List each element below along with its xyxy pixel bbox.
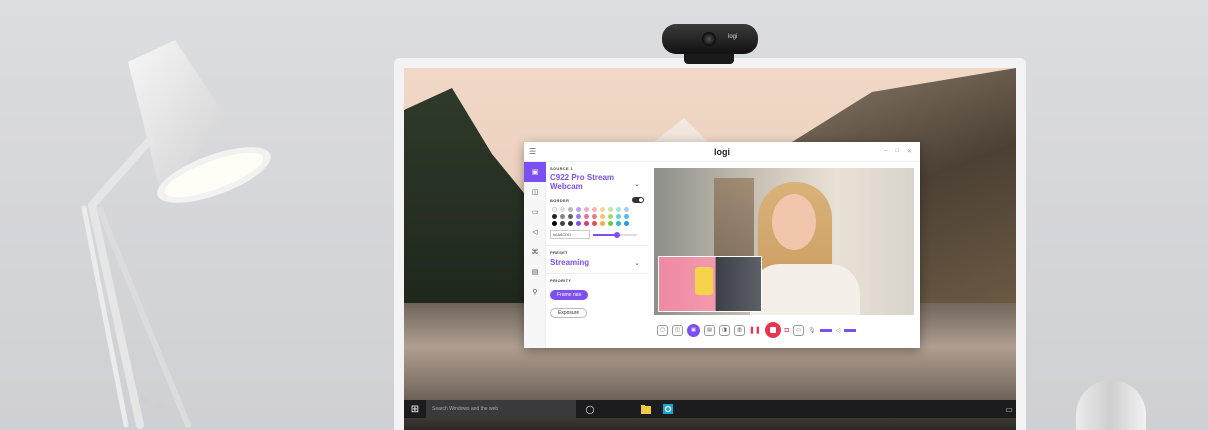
color-swatch[interactable] <box>552 207 557 212</box>
color-swatch[interactable] <box>616 207 621 212</box>
microphone-icon[interactable]: 🎙 <box>808 327 816 334</box>
windows-start-icon[interactable]: ⊞ <box>404 400 426 418</box>
preset-label: PRESET <box>550 250 568 255</box>
webcam-logo: logi <box>728 34 738 40</box>
color-swatch[interactable] <box>592 214 597 219</box>
task-view-icon[interactable]: ◯ <box>582 402 598 416</box>
divider <box>546 245 648 246</box>
preview-background-shelf <box>714 178 754 268</box>
audio-icon[interactable]: ◁ <box>524 222 546 242</box>
filter-icon[interactable]: ⌘ <box>524 242 546 262</box>
speaker-icon[interactable]: ◁ <box>836 327 841 334</box>
app-titlebar: ☰ logi – □ ✕ <box>524 142 920 162</box>
chevron-down-icon[interactable]: ⌄ <box>634 180 640 188</box>
source-settings-panel: SOURCE 1 C922 Pro Stream Webcam ⌄ BORDER… <box>546 162 648 348</box>
pip-content <box>695 267 713 295</box>
preview-face <box>772 194 816 250</box>
side-by-side-icon[interactable]: ◫ <box>672 324 683 336</box>
color-swatch[interactable] <box>624 207 629 212</box>
slider-knob[interactable] <box>614 231 621 238</box>
color-swatch[interactable] <box>600 207 605 212</box>
color-swatch[interactable] <box>624 221 629 226</box>
speaker-level-meter <box>844 328 857 332</box>
color-swatch[interactable] <box>552 221 557 226</box>
color-swatch[interactable] <box>592 221 597 226</box>
layout-option-icon[interactable]: ▥ <box>734 324 745 336</box>
color-swatch[interactable] <box>560 207 565 212</box>
camera-icon[interactable]: ▭ <box>524 202 546 222</box>
preview-body <box>750 264 860 315</box>
color-swatch[interactable] <box>608 207 613 212</box>
taskbar-search-input[interactable]: Search Windows and the web <box>426 400 576 418</box>
mic-level-meter <box>819 328 832 332</box>
side-rail: ▣ ◫ ▭ ◁ ⌘ ▤ ⚲ <box>524 162 546 348</box>
pause-icon[interactable]: ❚❚ <box>749 326 761 334</box>
account-icon[interactable]: ⚲ <box>524 282 546 302</box>
source-dropdown[interactable]: C922 Pro Stream Webcam <box>550 173 628 191</box>
color-swatch[interactable] <box>576 214 581 219</box>
color-swatch[interactable] <box>576 207 581 212</box>
logi-capture-taskbar-icon[interactable] <box>660 402 676 416</box>
priority-frame-rate-button[interactable]: Frame rate <box>550 290 589 300</box>
color-swatch[interactable] <box>568 221 573 226</box>
color-swatch[interactable] <box>584 207 589 212</box>
folder-icon[interactable]: ▭ <box>792 324 804 336</box>
color-swatch[interactable] <box>560 214 565 219</box>
color-swatch[interactable] <box>584 214 589 219</box>
color-swatch[interactable] <box>568 214 573 219</box>
color-swatch[interactable] <box>608 221 613 226</box>
color-swatch[interactable] <box>552 214 557 219</box>
app-title: logi <box>714 146 730 157</box>
stop-icon <box>769 327 776 333</box>
file-explorer-icon[interactable] <box>638 402 654 416</box>
capture-toolbar: ▢ ◫ ▣ ▤ ◨ ▥ ❚❚ ◘ ▭ 🎙 ◁ <box>654 318 914 342</box>
chevron-down-icon[interactable]: ⌄ <box>634 259 640 267</box>
source-label: SOURCE 1 <box>550 166 573 171</box>
border-toggle[interactable] <box>632 197 644 203</box>
color-swatch[interactable] <box>600 214 605 219</box>
color-swatch[interactable] <box>616 221 621 226</box>
snapshot-icon[interactable]: ◘ <box>785 327 789 334</box>
layout-option-icon[interactable]: ▤ <box>704 324 715 336</box>
preset-dropdown[interactable]: Streaming <box>550 258 589 267</box>
color-swatch[interactable] <box>560 221 565 226</box>
color-swatch[interactable] <box>576 221 581 226</box>
hex-color-input[interactable]: #6A6CDD <box>550 230 590 239</box>
border-label: BORDER <box>550 197 570 203</box>
speaker-base <box>1076 380 1146 430</box>
camera-preview <box>654 168 914 315</box>
color-swatch[interactable] <box>608 214 613 219</box>
color-swatch[interactable] <box>600 221 605 226</box>
logi-capture-window: ☰ logi – □ ✕ ▣ ◫ ▭ ◁ ⌘ ▤ ⚲ SOURCE 1 C922… <box>524 142 920 348</box>
notifications-icon[interactable]: ▭ <box>1002 402 1016 416</box>
color-swatch[interactable] <box>592 207 597 212</box>
taskbar: ⊞ Search Windows and the web ◯ ▭ <box>404 400 1016 418</box>
overlay-icon[interactable]: ▤ <box>524 262 546 282</box>
color-swatch[interactable] <box>624 214 629 219</box>
desk-lamp <box>0 0 300 430</box>
pip-layout-icon[interactable]: ▣ <box>687 323 700 337</box>
divider <box>546 273 648 274</box>
color-swatch[interactable] <box>616 214 621 219</box>
single-source-icon[interactable]: ▢ <box>657 324 668 336</box>
color-swatch-grid <box>552 207 644 226</box>
color-swatch[interactable] <box>568 207 573 212</box>
source-icon[interactable]: ▣ <box>524 162 546 182</box>
webcam: logi <box>662 24 758 54</box>
desk-lamp-graphic <box>81 40 271 429</box>
layout-icon[interactable]: ◫ <box>524 182 546 202</box>
webcam-lens <box>702 32 716 46</box>
border-width-slider[interactable] <box>593 231 637 238</box>
record-button[interactable] <box>764 322 781 338</box>
color-swatch[interactable] <box>584 221 589 226</box>
picture-in-picture-source[interactable] <box>658 256 762 312</box>
layout-option-icon[interactable]: ◨ <box>719 324 730 336</box>
priority-exposure-button[interactable]: Exposure <box>550 308 588 318</box>
